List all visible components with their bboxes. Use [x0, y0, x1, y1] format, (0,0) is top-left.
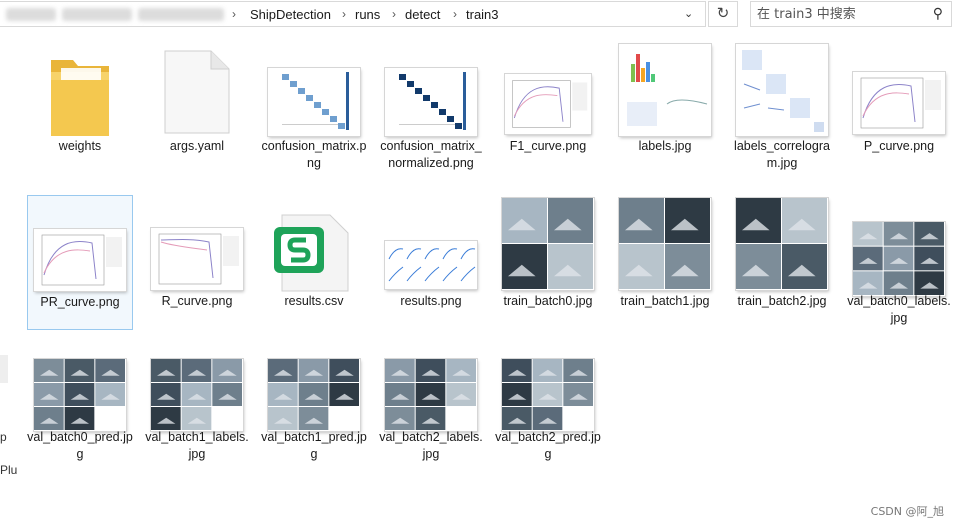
image-thumbnail: [34, 359, 126, 431]
breadcrumb-item[interactable]: runs: [355, 7, 380, 22]
file-icon: [164, 50, 230, 134]
image-thumbnail: [736, 198, 828, 290]
file-name: confusion_matrix_normalized.png: [380, 139, 482, 170]
refresh-icon: ↻: [716, 5, 730, 22]
file-item[interactable]: PR_curve.png: [27, 195, 133, 330]
file-name: val_batch0_pred.jpg: [27, 430, 133, 461]
breadcrumb-separator: ›: [392, 7, 396, 21]
file-name: val_batch2_labels.jpg: [379, 430, 483, 461]
file-item[interactable]: train_batch2.jpg: [729, 195, 835, 330]
image-thumbnail: [853, 222, 945, 296]
file-name: args.yaml: [169, 139, 225, 153]
file-item[interactable]: P_curve.png: [846, 42, 952, 192]
address-bar: › ShipDetection › runs › detect › train3…: [0, 0, 960, 30]
breadcrumb-separator: ›: [232, 7, 236, 21]
file-item[interactable]: confusion_matrix_normalized.png: [378, 42, 484, 192]
refresh-button[interactable]: ↻: [708, 1, 738, 27]
file-name: results.png: [400, 294, 462, 308]
file-item[interactable]: R_curve.png: [144, 195, 250, 330]
breadcrumb-item[interactable]: train3: [466, 7, 499, 22]
image-thumbnail: [619, 198, 711, 290]
blurred-path-segment: [138, 8, 224, 21]
file-name: train_batch0.jpg: [503, 294, 593, 308]
file-name: weights: [58, 139, 102, 153]
file-item[interactable]: labels_correlogram.jpg: [729, 42, 835, 192]
search-icon[interactable]: ⚲: [933, 5, 943, 22]
file-item[interactable]: weights: [27, 42, 133, 192]
file-name: val_batch2_pred.jpg: [495, 430, 601, 461]
file-item[interactable]: F1_curve.png: [495, 42, 601, 192]
file-item[interactable]: val_batch0_pred.jpg: [27, 353, 133, 463]
image-thumbnail: [151, 228, 243, 290]
breadcrumb-separator: ›: [342, 7, 346, 21]
folder-icon: [49, 50, 111, 140]
image-thumbnail: [385, 241, 477, 289]
spreadsheet-file-icon: [274, 213, 354, 293]
breadcrumb-separator: ›: [453, 7, 457, 21]
file-name: val_batch1_pred.jpg: [261, 430, 367, 461]
image-thumbnail: [502, 198, 594, 290]
image-thumbnail: [385, 68, 477, 136]
file-name: PR_curve.png: [40, 295, 120, 309]
image-thumbnail: [505, 74, 591, 134]
file-name: val_batch1_labels.jpg: [145, 430, 249, 461]
file-name: labels.jpg: [638, 139, 692, 153]
blurred-path-segment: [6, 8, 56, 21]
file-item[interactable]: results.png: [378, 195, 484, 330]
file-name: val_batch0_labels.jpg: [847, 294, 951, 325]
image-thumbnail: [853, 72, 945, 134]
image-thumbnail: [736, 44, 828, 136]
file-name: results.csv: [284, 294, 344, 308]
file-item[interactable]: val_batch0_labels.jpg: [846, 195, 952, 330]
search-input[interactable]: [757, 5, 927, 23]
blurred-path-segment: [62, 8, 132, 21]
file-item[interactable]: args.yaml: [144, 42, 250, 192]
nav-pane-fragment: Plu: [0, 463, 18, 477]
file-item[interactable]: train_batch0.jpg: [495, 195, 601, 330]
file-item[interactable]: val_batch2_pred.jpg: [495, 353, 601, 463]
file-name: train_batch2.jpg: [737, 294, 827, 308]
file-name: F1_curve.png: [509, 139, 587, 153]
file-name: R_curve.png: [161, 294, 233, 308]
watermark: CSDN @阿_旭: [870, 505, 944, 518]
breadcrumb-item[interactable]: ShipDetection: [250, 7, 331, 22]
file-item[interactable]: labels.jpg: [612, 42, 718, 192]
image-thumbnail: [151, 359, 243, 431]
image-thumbnail: [268, 359, 360, 431]
search-box[interactable]: ⚲: [750, 1, 952, 27]
file-name: P_curve.png: [863, 139, 935, 153]
image-thumbnail: [502, 359, 594, 431]
file-item[interactable]: confusion_matrix.png: [261, 42, 367, 192]
nav-pane-edge: [0, 355, 8, 383]
image-thumbnail: [619, 44, 711, 136]
file-item[interactable]: results.csv: [261, 195, 367, 330]
breadcrumb-item[interactable]: detect: [405, 7, 440, 22]
file-name: train_batch1.jpg: [620, 294, 710, 308]
file-name: confusion_matrix.png: [261, 139, 367, 170]
image-thumbnail: [34, 229, 126, 291]
image-thumbnail: [385, 359, 477, 431]
nav-pane-fragment: p: [0, 430, 7, 444]
chevron-down-icon[interactable]: ⌄: [684, 7, 693, 20]
file-name: labels_correlogram.jpg: [734, 139, 830, 170]
file-item[interactable]: train_batch1.jpg: [612, 195, 718, 330]
breadcrumb[interactable]: › ShipDetection › runs › detect › train3…: [0, 1, 706, 27]
file-item[interactable]: val_batch1_pred.jpg: [261, 353, 367, 463]
file-item[interactable]: val_batch2_labels.jpg: [378, 353, 484, 463]
image-thumbnail: [268, 68, 360, 136]
file-item[interactable]: val_batch1_labels.jpg: [144, 353, 250, 463]
